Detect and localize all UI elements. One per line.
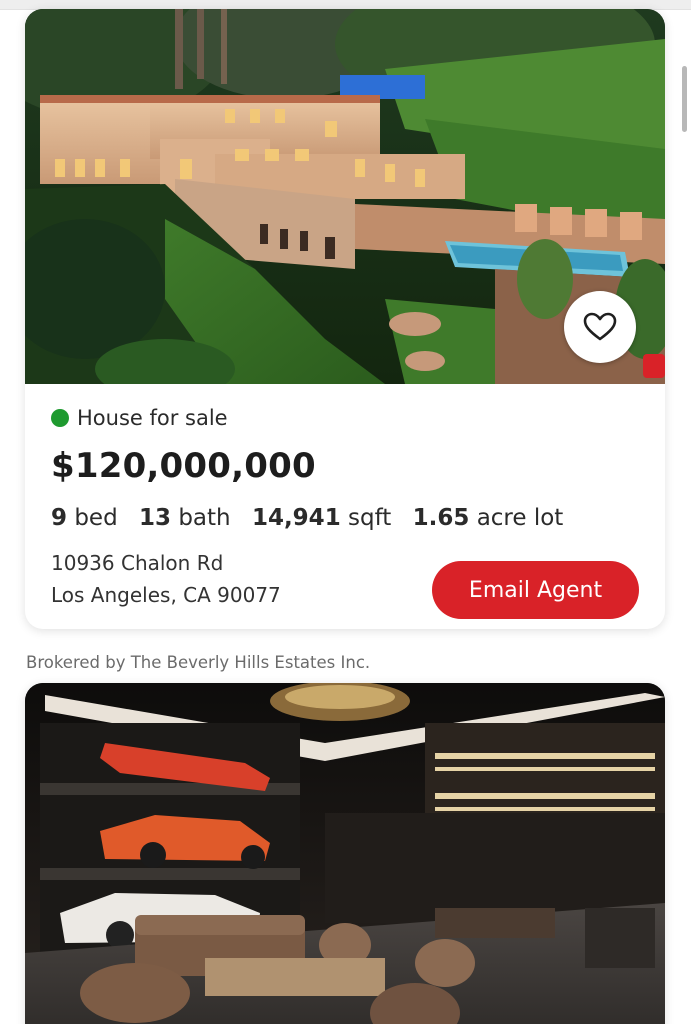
address-street: 10936 Chalon Rd xyxy=(51,551,224,575)
listing-photo[interactable] xyxy=(25,9,665,384)
spec-beds: 9 bed xyxy=(51,505,118,531)
listing-card[interactable]: House for sale $120,000,000 9 bed 13 bat… xyxy=(25,9,665,629)
listing-specs: 9 bed 13 bath 14,941 sqft 1.65 acre lot xyxy=(51,505,577,531)
garage-lounge-photo-image xyxy=(25,683,665,1024)
favorite-button[interactable] xyxy=(564,291,636,363)
listing-details: House for sale $120,000,000 9 bed 13 bat… xyxy=(25,384,665,629)
status-dot-icon xyxy=(51,409,69,427)
brokered-by-text: Brokered by The Beverly Hills Estates In… xyxy=(26,653,371,672)
listing-feed: House for sale $120,000,000 9 bed 13 bat… xyxy=(0,0,691,1024)
spec-baths: 13 bath xyxy=(139,505,231,531)
listing-card-next[interactable] xyxy=(25,683,665,1024)
listing-status: House for sale xyxy=(51,406,228,430)
scrollbar-thumb[interactable] xyxy=(682,66,687,132)
spec-sqft: 14,941 sqft xyxy=(251,505,392,531)
email-agent-button[interactable]: Email Agent xyxy=(432,561,639,619)
status-label: House for sale xyxy=(77,406,228,430)
heart-outline-icon xyxy=(583,312,617,341)
listing-address[interactable]: 10936 Chalon Rd Los Angeles, CA 90077 xyxy=(51,547,281,611)
listing-price: $120,000,000 xyxy=(51,446,316,486)
address-city: Los Angeles, CA 90077 xyxy=(51,583,281,607)
spec-lot: 1.65 acre lot xyxy=(412,505,564,531)
